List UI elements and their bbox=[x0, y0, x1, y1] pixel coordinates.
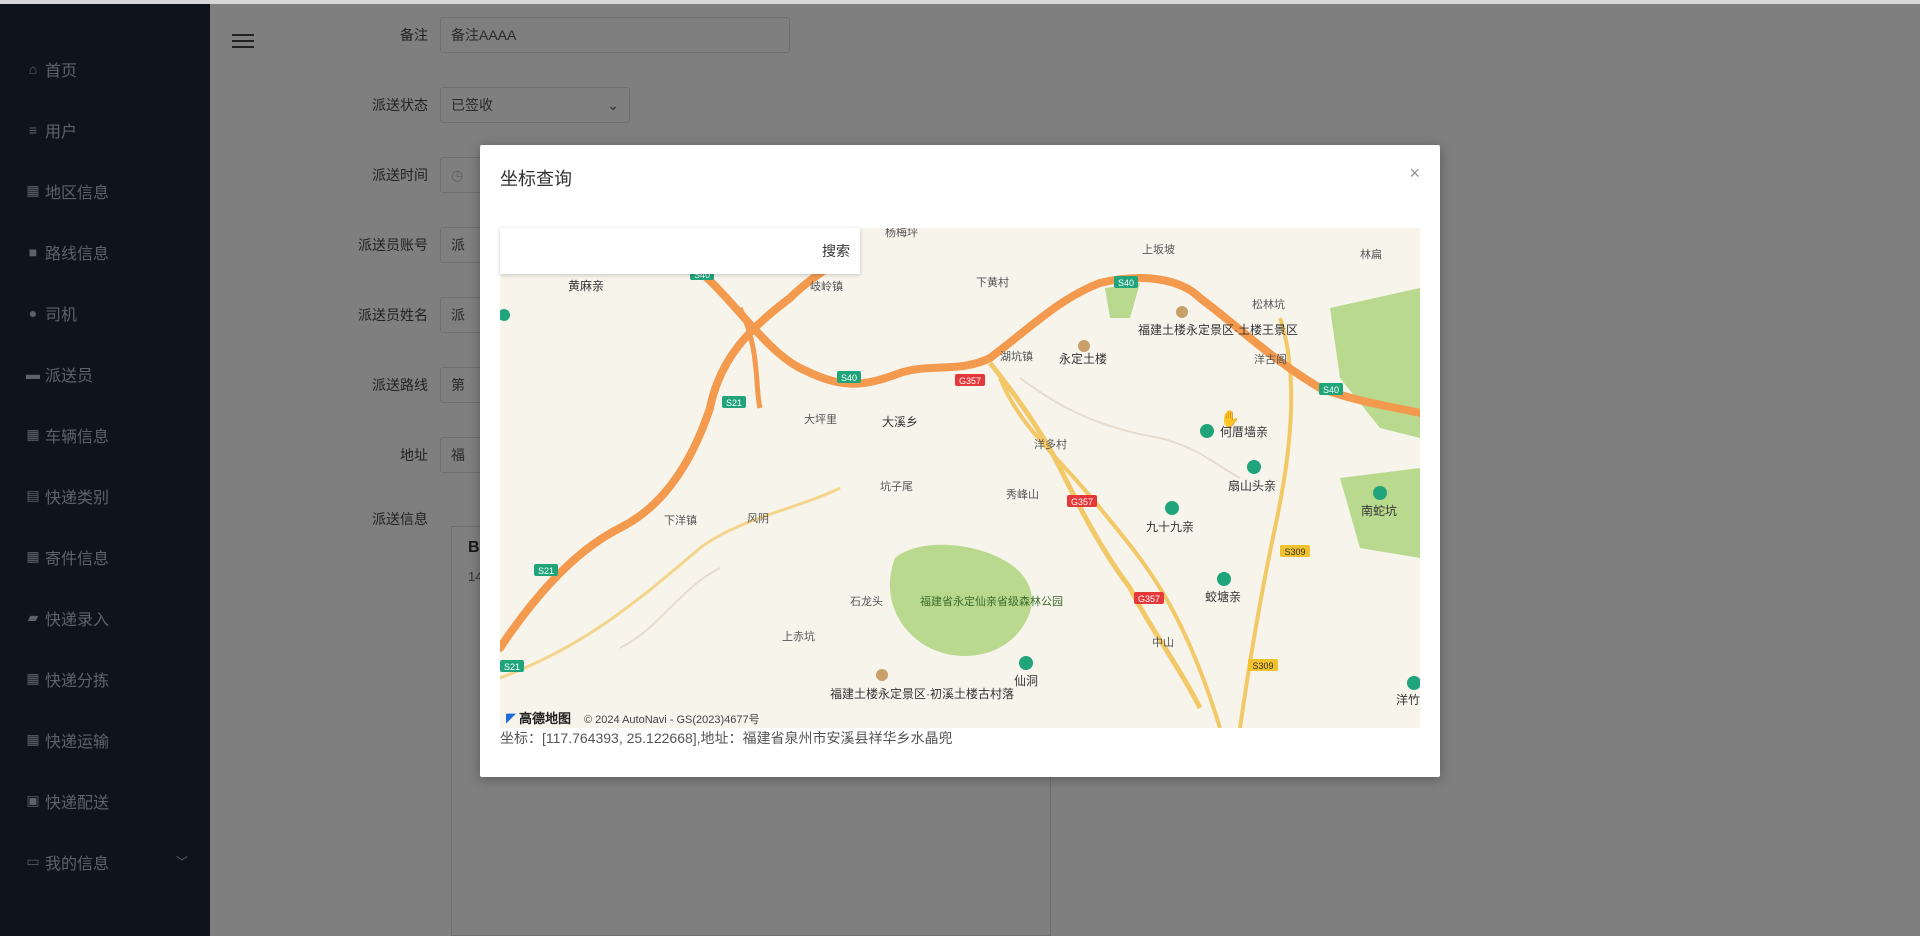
road-shield-g357: G357 bbox=[1134, 592, 1164, 604]
forest-area-north bbox=[1105, 283, 1140, 318]
road-shield-g357: G357 bbox=[1067, 495, 1097, 507]
scenic-spot-marker[interactable] bbox=[1217, 572, 1231, 586]
map-label: 九十九亲 bbox=[1146, 520, 1194, 534]
map-label: 石龙头 bbox=[850, 595, 883, 608]
scenic-spot-marker[interactable] bbox=[1247, 460, 1261, 474]
road-shield-s40: S40 bbox=[1114, 276, 1138, 288]
map-label: 仙洞 bbox=[1014, 674, 1038, 688]
landmark-marker[interactable] bbox=[876, 669, 888, 681]
scenic-spot-marker[interactable] bbox=[1407, 676, 1420, 690]
coordinate-dialog: 坐标查询 × S40 S40 S40 S40 S21 S21 S21 G357 … bbox=[480, 145, 1440, 777]
map-view[interactable]: S40 S40 S40 S40 S21 S21 S21 G357 G357 G3… bbox=[500, 228, 1420, 728]
road-shield-label: S40 bbox=[1323, 385, 1339, 395]
road-shield-label: S40 bbox=[1118, 278, 1134, 288]
road-shield-s309: S309 bbox=[1248, 659, 1278, 671]
map-label: 洋多村 bbox=[1034, 437, 1067, 451]
map-label: 南蛇坑 bbox=[1361, 503, 1397, 518]
map-label: 蛟塘亲 bbox=[1205, 589, 1241, 604]
map-label: 林扁 bbox=[1360, 247, 1382, 261]
map-label: 上坂坡 bbox=[1142, 243, 1175, 256]
map-label: 大溪乡 bbox=[882, 415, 918, 429]
map-label: 福建土楼永定景区·初溪土楼古村落 bbox=[830, 686, 1014, 701]
top-bar bbox=[0, 0, 1920, 4]
map-search-box: 搜索 bbox=[500, 228, 860, 274]
map-label: 上赤坑 bbox=[782, 629, 815, 643]
map-label: 下洋镇 bbox=[664, 513, 697, 527]
road-shield-label: S21 bbox=[504, 662, 520, 672]
search-button[interactable]: 搜索 bbox=[812, 241, 860, 261]
scenic-spot-marker[interactable] bbox=[1200, 424, 1214, 438]
map-label: 湖坑镇 bbox=[1000, 349, 1033, 363]
map-logo: ◤ 高德地图 bbox=[506, 708, 571, 727]
map-label: 下黄村 bbox=[976, 275, 1009, 289]
map-label: 黄麻亲 bbox=[568, 278, 604, 293]
map-label: 中山 bbox=[1152, 636, 1174, 649]
road-shield-label: G357 bbox=[1138, 594, 1160, 604]
landmark-marker[interactable] bbox=[1078, 340, 1090, 352]
road-shield-s21: S21 bbox=[500, 660, 524, 672]
map-label: 坑子尾 bbox=[880, 479, 913, 493]
map-label: 福建土楼永定景区·土楼王景区 bbox=[1138, 322, 1298, 337]
road-shield-label: S21 bbox=[538, 566, 554, 576]
minor-road bbox=[619, 567, 721, 649]
road-shield-label: S40 bbox=[841, 373, 857, 383]
expressway-s21 bbox=[500, 254, 844, 652]
map-canvas[interactable]: S40 S40 S40 S40 S21 S21 S21 G357 G357 G3… bbox=[500, 228, 1420, 728]
map-label: 风阴 bbox=[747, 512, 769, 525]
map-copyright: © 2024 AutoNavi - GS(2023)4677号 bbox=[584, 714, 760, 726]
scenic-spot-marker[interactable] bbox=[1019, 656, 1033, 670]
road-shield-label: S309 bbox=[1252, 661, 1273, 671]
map-label: 福建省永定仙亲省级森林公园 bbox=[920, 594, 1063, 608]
search-input[interactable] bbox=[500, 228, 812, 274]
map-label: 杨梅坪 bbox=[885, 228, 918, 239]
road-shield-s309: S309 bbox=[1280, 545, 1310, 557]
road-shield-label: G357 bbox=[959, 376, 981, 386]
expressway-s40 bbox=[676, 254, 1420, 417]
hand-cursor-icon: ✋ bbox=[1220, 409, 1240, 428]
logo-arrow-icon: ◤ bbox=[506, 709, 516, 725]
road-shield-s40: S40 bbox=[1319, 383, 1343, 395]
scenic-spot-marker[interactable] bbox=[1373, 486, 1387, 500]
map-label: 大坪里 bbox=[804, 412, 837, 426]
road-shield-g357: G357 bbox=[955, 374, 985, 386]
map-label: 洋古阁 bbox=[1254, 352, 1287, 366]
close-icon[interactable]: × bbox=[1409, 163, 1420, 184]
road-shield-s21: S21 bbox=[722, 396, 746, 408]
map-label: 岐岭镇 bbox=[810, 279, 843, 293]
map-label: 松林坑 bbox=[1252, 297, 1285, 311]
scenic-spot-marker[interactable] bbox=[1165, 501, 1179, 515]
map-label: 秀峰山 bbox=[1006, 488, 1039, 501]
forest-area-east bbox=[1330, 288, 1420, 438]
coordinate-text: 坐标：[117.764393, 25.122668],地址：福建省泉州市安溪县祥… bbox=[500, 730, 953, 746]
map-label: 洋竹 bbox=[1396, 692, 1420, 707]
map-label: 扇山头亲 bbox=[1228, 478, 1276, 493]
landmark-marker[interactable] bbox=[1176, 306, 1188, 318]
scenic-spot-marker[interactable] bbox=[500, 309, 510, 321]
dialog-title: 坐标查询 bbox=[500, 169, 572, 189]
road-shield-label: S21 bbox=[726, 398, 742, 408]
road-shield-s40: S40 bbox=[837, 371, 861, 383]
map-label: 永定土楼 bbox=[1059, 351, 1107, 366]
road-shield-s21: S21 bbox=[534, 564, 558, 576]
road-shield-label: S309 bbox=[1284, 547, 1305, 557]
road-shield-label: G357 bbox=[1071, 497, 1093, 507]
map-logo-text: 高德地图 bbox=[519, 711, 572, 726]
